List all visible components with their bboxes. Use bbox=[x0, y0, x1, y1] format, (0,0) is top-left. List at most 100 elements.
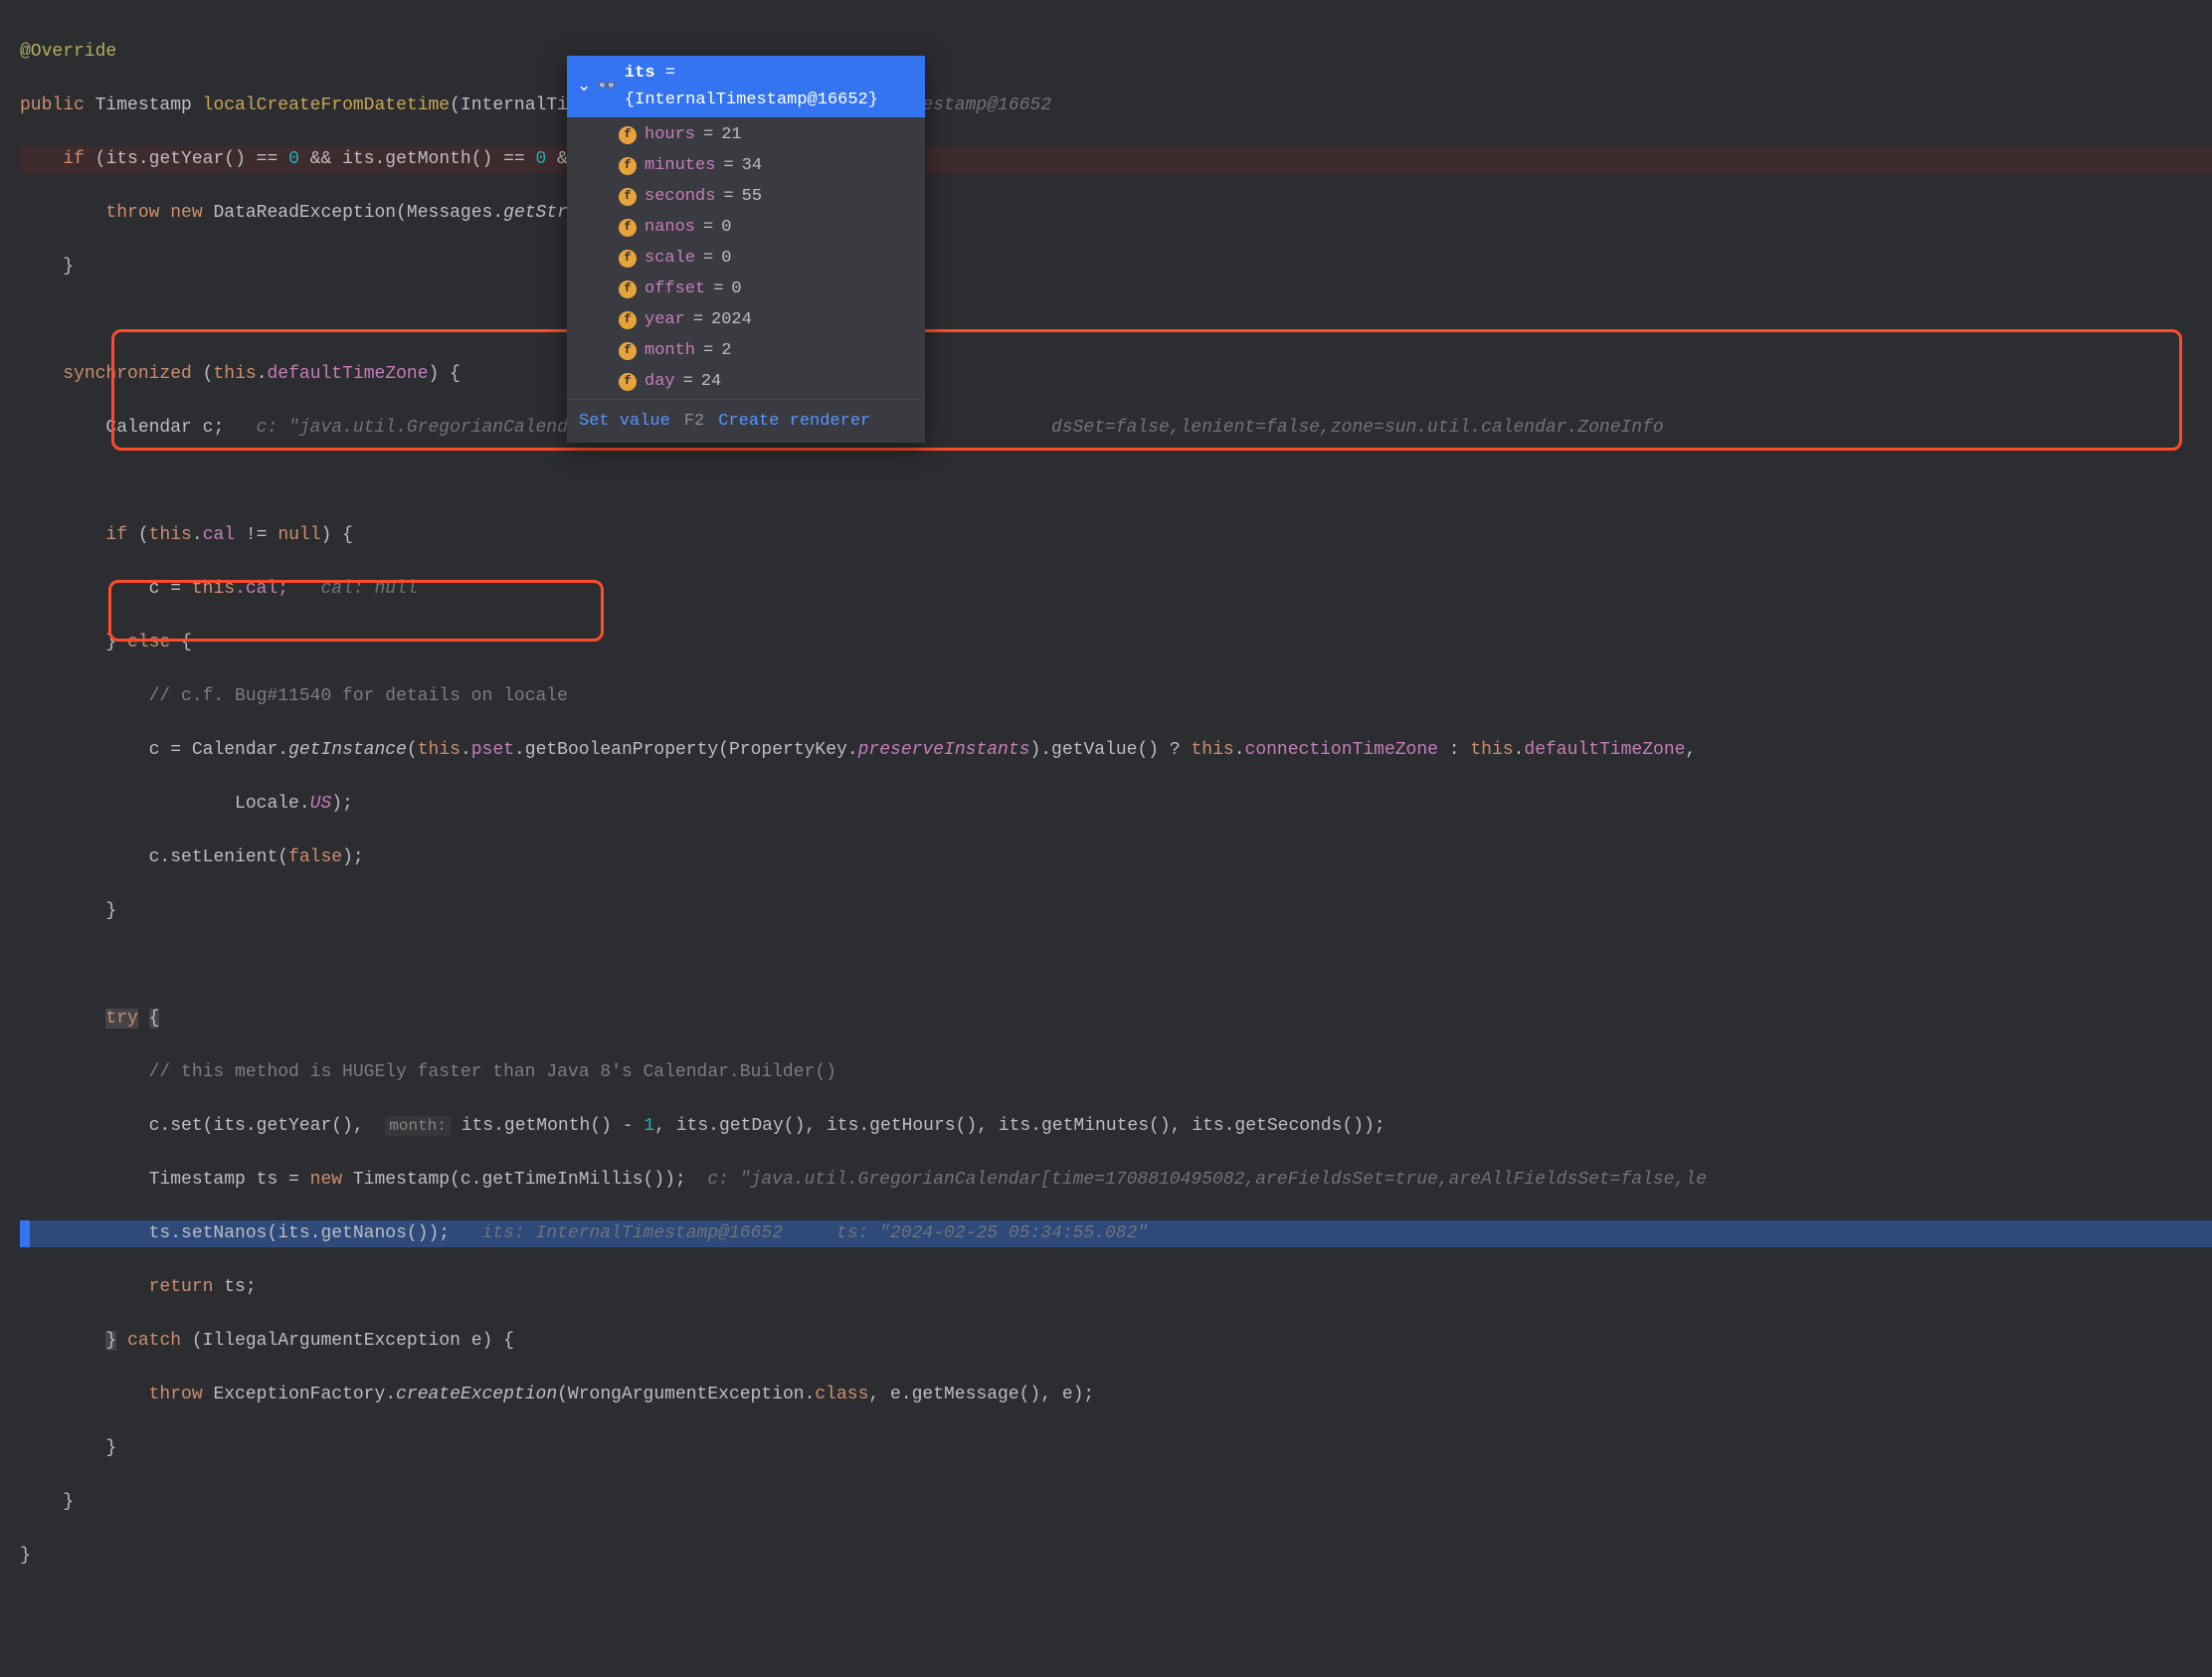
kw-public: public bbox=[20, 95, 85, 115]
c-eq1: c = bbox=[149, 579, 192, 599]
field-value: 0 bbox=[721, 245, 731, 272]
field-name: day bbox=[645, 368, 675, 395]
catch-iae: (IllegalArgumentException e) { bbox=[192, 1331, 514, 1351]
kw-new1: new bbox=[170, 203, 202, 223]
field-name: year bbox=[645, 306, 685, 333]
keyboard-shortcut: F2 bbox=[684, 408, 704, 435]
field-name: minutes bbox=[645, 152, 715, 179]
field-name: offset bbox=[645, 276, 705, 302]
debug-var-value: = {InternalTimestamp@16652} bbox=[625, 64, 878, 109]
debug-field-row[interactable]: fmonth=2 bbox=[567, 335, 925, 366]
method-setlenient: setLenient bbox=[170, 847, 277, 867]
ts-new: Timestamp(c.getTimeInMillis()); bbox=[342, 1170, 686, 1190]
field-value: 0 bbox=[721, 214, 731, 241]
num-zero2: 0 bbox=[536, 149, 547, 169]
set-value-link[interactable]: Set value bbox=[579, 408, 670, 435]
watch-icon: 👓 bbox=[597, 74, 617, 100]
field-dtz2: defaultTimeZone bbox=[1524, 740, 1685, 760]
method-createex: createException bbox=[396, 1385, 557, 1404]
colon: : bbox=[1438, 740, 1470, 760]
field-icon: f bbox=[619, 219, 637, 237]
hint-month: month: bbox=[385, 1116, 451, 1136]
field-name: seconds bbox=[645, 183, 715, 210]
debug-field-row[interactable]: fscale=0 bbox=[567, 243, 925, 274]
field-icon: f bbox=[619, 280, 637, 298]
field-icon: f bbox=[619, 373, 637, 391]
inline-hint-c2: c: "java.util.GregorianCalendar[time=170… bbox=[707, 1170, 1707, 1190]
class-exfactory: ExceptionFactory bbox=[213, 1385, 385, 1404]
inline-hint-ts: ts: "2024-02-25 05:34:55.082" bbox=[836, 1223, 1148, 1243]
ts-decl: Timestamp ts = bbox=[149, 1170, 310, 1190]
cset1: c.set(its.getYear(), bbox=[149, 1116, 375, 1136]
debug-popup-footer: Set value F2 Create renderer bbox=[567, 399, 925, 443]
kw-false: false bbox=[288, 847, 342, 867]
comment-huge: // this method is HUGEly faster than Jav… bbox=[149, 1062, 836, 1082]
code-editor[interactable]: @Override public Timestamp localCreateFr… bbox=[0, 0, 2212, 1677]
field-value: 21 bbox=[721, 121, 741, 148]
method-getbool: .getBooleanProperty(PropertyKey. bbox=[514, 740, 858, 760]
num-one: 1 bbox=[644, 1116, 654, 1136]
inline-hint-c1b: dsSet=false,lenient=false,zone=sun.util.… bbox=[1051, 418, 1664, 438]
field-icon: f bbox=[619, 311, 637, 329]
num-zero1: 0 bbox=[288, 149, 299, 169]
kw-return: return bbox=[149, 1277, 214, 1297]
var-c-decl: c; bbox=[192, 418, 224, 438]
debug-field-row[interactable]: fday=24 bbox=[567, 366, 925, 397]
field-value: 24 bbox=[701, 368, 721, 395]
type-calendar2: Calendar bbox=[192, 740, 277, 760]
field-dtz: defaultTimeZone bbox=[268, 364, 429, 384]
cond-part2: && its.getMonth() == bbox=[299, 149, 536, 169]
debug-popup-header[interactable]: ⌄ 👓 its = {InternalTimestamp@16652} bbox=[567, 56, 925, 117]
debug-field-row[interactable]: fseconds=55 bbox=[567, 181, 925, 212]
inline-hint-cal: cal: null bbox=[320, 579, 417, 599]
method-getinstance: getInstance bbox=[288, 740, 407, 760]
enum-preserve: preserveInstants bbox=[858, 740, 1030, 760]
inline-hint-its2: its: InternalTimestamp@16652 bbox=[481, 1223, 782, 1243]
debug-field-row[interactable]: foffset=0 bbox=[567, 274, 925, 304]
method-getval: ).getValue() ? bbox=[1029, 740, 1191, 760]
field-value: 34 bbox=[742, 152, 762, 179]
execution-pointer bbox=[20, 1220, 30, 1247]
debug-field-row[interactable]: fyear=2024 bbox=[567, 304, 925, 335]
field-name: nanos bbox=[645, 214, 695, 241]
type-locale: Locale bbox=[235, 794, 299, 814]
debug-field-row[interactable]: fhours=21 bbox=[567, 119, 925, 150]
setnanos: ts.setNanos(its.getNanos()); bbox=[149, 1223, 450, 1243]
kw-else: else bbox=[127, 633, 170, 652]
field-cal2: .cal; bbox=[235, 579, 288, 599]
class-messages: Messages bbox=[407, 203, 492, 223]
debug-variable-popup[interactable]: ⌄ 👓 its = {InternalTimestamp@16652} fhou… bbox=[567, 56, 925, 443]
field-icon: f bbox=[619, 157, 637, 175]
chevron-down-icon[interactable]: ⌄ bbox=[577, 74, 589, 100]
type-calendar: Calendar bbox=[105, 418, 191, 438]
kw-sync: synchronized bbox=[63, 364, 192, 384]
wae: (WrongArgumentException. bbox=[557, 1385, 815, 1404]
kw-throw2: throw bbox=[149, 1385, 203, 1404]
kw-this3: this bbox=[192, 579, 235, 599]
kw-this4: this bbox=[418, 740, 461, 760]
method-name: localCreateFromDatetime bbox=[203, 95, 450, 115]
kw-this5: this bbox=[1191, 740, 1233, 760]
field-pset: pset bbox=[471, 740, 514, 760]
kw-try: try bbox=[105, 1009, 137, 1028]
kw-catch: catch bbox=[127, 1331, 181, 1351]
cond-part1: (its.getYear() == bbox=[95, 149, 288, 169]
kw-class: class bbox=[815, 1385, 868, 1404]
ex-tail: , e.getMessage(), e); bbox=[868, 1385, 1094, 1404]
annotation-override: @Override bbox=[20, 42, 116, 62]
kw-if2: if bbox=[105, 525, 127, 545]
debug-field-row[interactable]: fnanos=0 bbox=[567, 212, 925, 243]
field-value: 55 bbox=[742, 183, 762, 210]
cset2: its.getMonth() - bbox=[451, 1116, 644, 1136]
field-name: hours bbox=[645, 121, 695, 148]
field-value: 2024 bbox=[711, 306, 752, 333]
field-ctz: connectionTimeZone bbox=[1245, 740, 1438, 760]
kw-null: null bbox=[277, 525, 320, 545]
comment-bug: // c.f. Bug#11540 for details on locale bbox=[149, 686, 568, 706]
field-name: month bbox=[645, 337, 695, 364]
return-ts: ts; bbox=[213, 1277, 256, 1297]
debug-field-row[interactable]: fminutes=34 bbox=[567, 150, 925, 181]
kw-throw: throw bbox=[105, 203, 159, 223]
create-renderer-link[interactable]: Create renderer bbox=[718, 408, 870, 435]
field-cal: cal bbox=[203, 525, 235, 545]
